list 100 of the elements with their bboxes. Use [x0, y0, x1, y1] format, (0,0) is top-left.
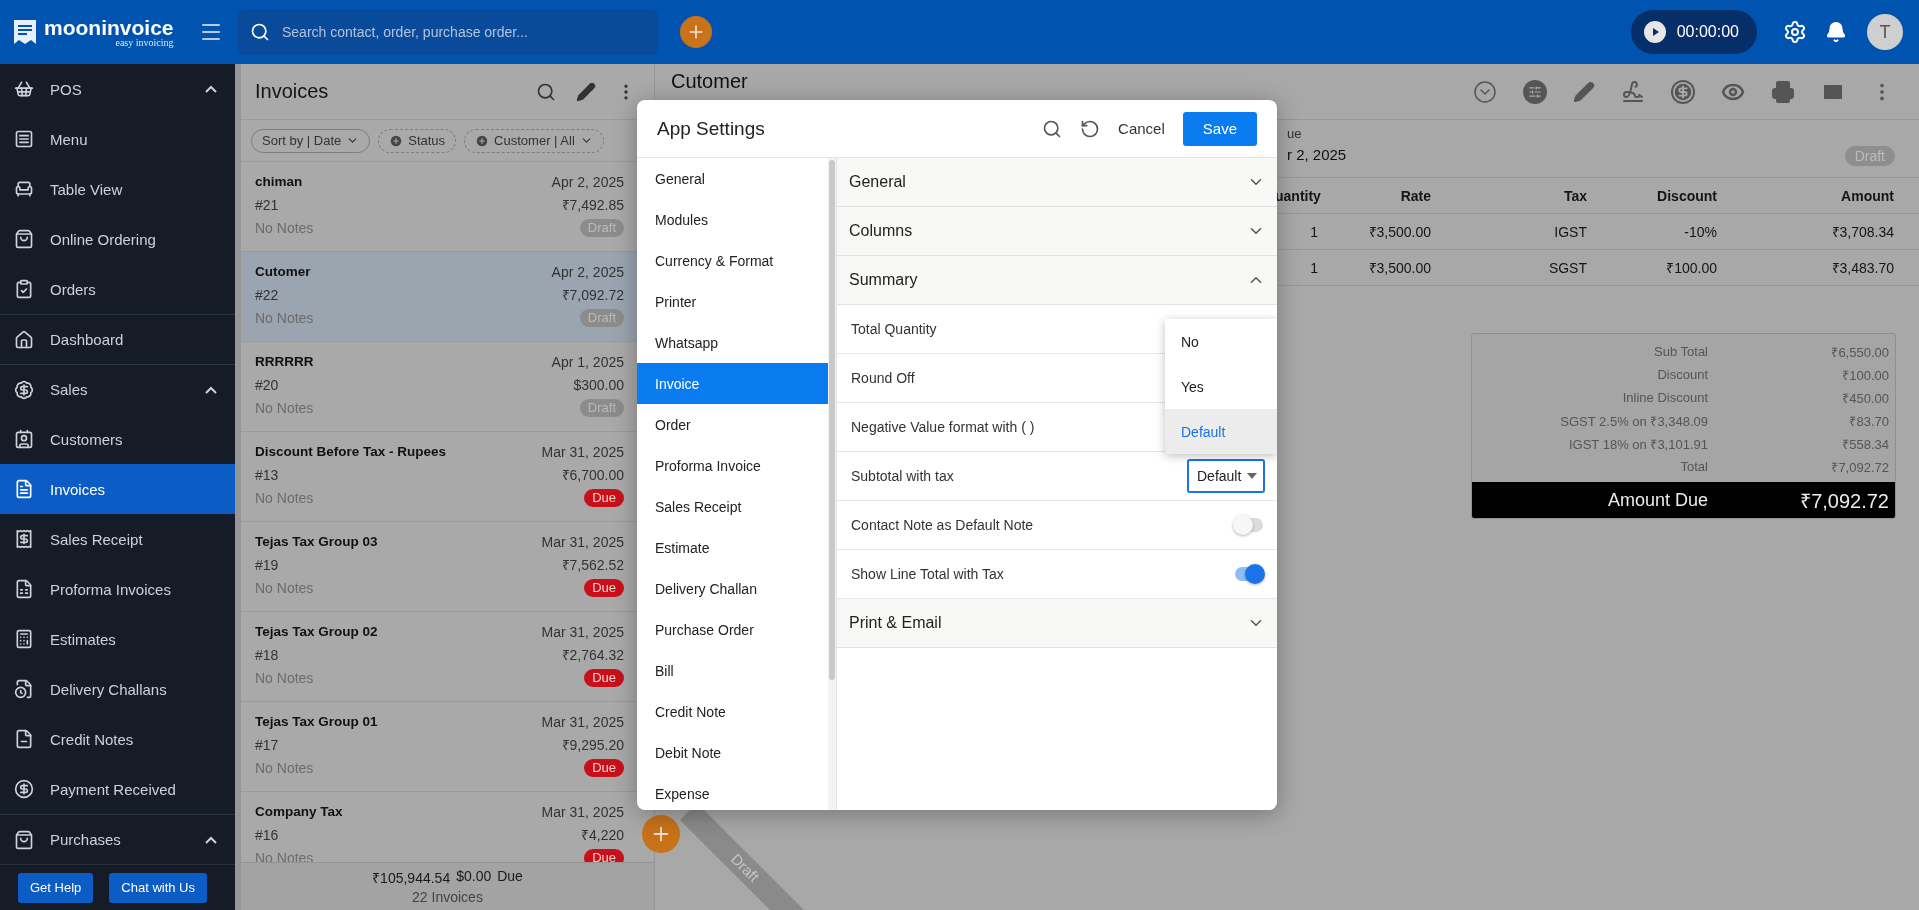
invoice-number: #22	[255, 286, 279, 303]
scrollbar-thumb[interactable]	[829, 160, 835, 680]
invoice-date: Apr 1, 2025	[551, 353, 624, 370]
dropdown-option[interactable]: No	[1165, 319, 1277, 364]
customer-name: Company Tax	[255, 804, 344, 819]
caret-icon	[1247, 473, 1257, 479]
summary-value: ₹558.34	[1841, 435, 1889, 453]
reset-icon[interactable]	[1080, 118, 1101, 139]
chat-button[interactable]: Chat with Us	[109, 872, 207, 903]
timer-button[interactable]: 00:00:00	[1630, 10, 1757, 54]
setting-label: Contact Note as Default Note	[851, 517, 1034, 533]
invoice-date: Mar 31, 2025	[541, 443, 624, 460]
status-badge: Due	[584, 848, 624, 862]
total-amount: ₹105,944.54	[372, 869, 451, 887]
add-icon	[389, 133, 404, 148]
brand-name: mooninvoice	[44, 16, 174, 38]
sidebar-item[interactable]: Orders	[0, 264, 235, 314]
toggle-switch[interactable]	[1233, 563, 1265, 585]
settings-nav-item[interactable]: Invoice	[637, 363, 828, 404]
search-input[interactable]: Search contact, order, purchase order...	[280, 23, 646, 41]
toggle-switch[interactable]	[1233, 514, 1265, 536]
select-field[interactable]: Default	[1187, 459, 1265, 493]
sidebar-item[interactable]: Table View	[0, 164, 235, 214]
bell-icon[interactable]	[1825, 21, 1847, 43]
invoice-date: Mar 31, 2025	[541, 713, 624, 730]
invoice-amount: ₹9,295.20	[561, 736, 624, 754]
table-cell-text: 1	[1309, 259, 1318, 276]
customer-name: chiman	[255, 174, 304, 189]
sidebar-item[interactable]: Invoices	[0, 464, 235, 514]
sidebar-item[interactable]: Credit Notes	[0, 714, 235, 764]
status-badge: Due	[584, 578, 624, 597]
sidebar-item[interactable]: Customers	[0, 414, 235, 464]
pencil-icon[interactable]	[576, 81, 596, 102]
sliders-icon[interactable]	[1523, 79, 1547, 104]
summary-label: IGST 18% on ₹3,101.91	[1567, 435, 1708, 453]
pencil-icon[interactable]	[1573, 80, 1595, 103]
dialog-title: App Settings	[657, 117, 765, 140]
summary-value: ₹7,092.72	[1830, 458, 1889, 476]
customer-name: Tejas Tax Group 03	[255, 534, 379, 549]
column-header: Tax	[1562, 187, 1587, 204]
save-button[interactable]: Save	[1182, 111, 1257, 146]
table-cell-text: 1	[1309, 223, 1318, 240]
invoice-count: 22 Invoices	[412, 889, 483, 905]
document-clock-icon	[14, 679, 34, 699]
accordion-header[interactable]: Summary	[837, 256, 1277, 305]
invoice-number: #16	[255, 826, 279, 843]
invoice-notes: No Notes	[255, 669, 314, 686]
logo-icon	[12, 18, 38, 46]
add-button[interactable]	[680, 16, 712, 48]
search-field[interactable]: Search contact, order, purchase order...	[238, 9, 658, 55]
customer-name: RRRRRR	[255, 354, 315, 369]
add-icon	[475, 133, 490, 148]
table-cell-text: ₹3,500.00	[1367, 259, 1431, 277]
bag-icon	[14, 829, 34, 850]
setting-label: Round Off	[851, 370, 915, 386]
table-cell-text: IGST	[1553, 223, 1587, 240]
paid-amount: $0.00	[456, 868, 492, 886]
summary-label: Total	[1679, 459, 1708, 474]
invoice-date: Mar 31, 2025	[541, 803, 624, 820]
table-cell-text: -10%	[1683, 223, 1717, 240]
sidebar-item[interactable]: Menu	[0, 114, 235, 164]
dollar-circle-icon	[14, 779, 34, 799]
sidebar-item[interactable]: Delivery Challans	[0, 664, 235, 714]
search-icon[interactable]	[536, 81, 556, 102]
invoice-number: #13	[255, 466, 279, 483]
sidebar-item[interactable]: Payment Received	[0, 764, 235, 814]
receipt-icon	[14, 529, 34, 549]
invoice-amount: ₹6,700.00	[561, 466, 624, 484]
dollar-icon[interactable]	[1671, 79, 1695, 104]
user-avatar[interactable]: T	[1867, 14, 1903, 50]
sidebar-item[interactable]: Proforma Invoices	[0, 564, 235, 614]
invoice-notes: No Notes	[255, 759, 314, 776]
search-icon	[250, 22, 270, 42]
accordion-header[interactable]: General	[837, 158, 1277, 207]
accordion-header[interactable]: Print & Email	[837, 599, 1277, 648]
help-button[interactable]: Get Help	[18, 872, 94, 903]
dropdown-option[interactable]: Yes	[1165, 364, 1277, 409]
summary-value: ₹100.00	[1841, 366, 1889, 384]
accordion-header[interactable]: Columns	[837, 207, 1277, 256]
signature-icon[interactable]	[1621, 79, 1645, 104]
chevron-circle-icon[interactable]	[1473, 79, 1497, 104]
invoice-notes: No Notes	[255, 579, 314, 596]
cancel-button[interactable]: Cancel	[1118, 120, 1165, 137]
sidebar-item[interactable]: Estimates	[0, 614, 235, 664]
home-icon	[14, 329, 34, 350]
invoice-amount: ₹7,092.72	[561, 286, 624, 304]
dropdown-option[interactable]: Default	[1165, 409, 1277, 454]
table-cell-text: ₹3,483.70	[1830, 259, 1894, 277]
summary-value: ₹83.70	[1848, 412, 1889, 430]
sidebar-item[interactable]: POS	[0, 64, 235, 114]
setting-label: Negative Value format with ( )	[851, 419, 1035, 435]
invoice-number: #21	[255, 196, 279, 213]
spreadsheet-icon	[14, 579, 34, 599]
column-header: Amount	[1840, 187, 1894, 204]
settings-icon[interactable]	[1783, 20, 1807, 44]
search-icon[interactable]	[1042, 118, 1063, 139]
sidebar-item[interactable]: Online Ordering	[0, 214, 235, 264]
calculator-icon	[14, 629, 34, 649]
column-header: Discount	[1656, 187, 1717, 204]
sidebar-item[interactable]: Sales Receipt	[0, 514, 235, 564]
